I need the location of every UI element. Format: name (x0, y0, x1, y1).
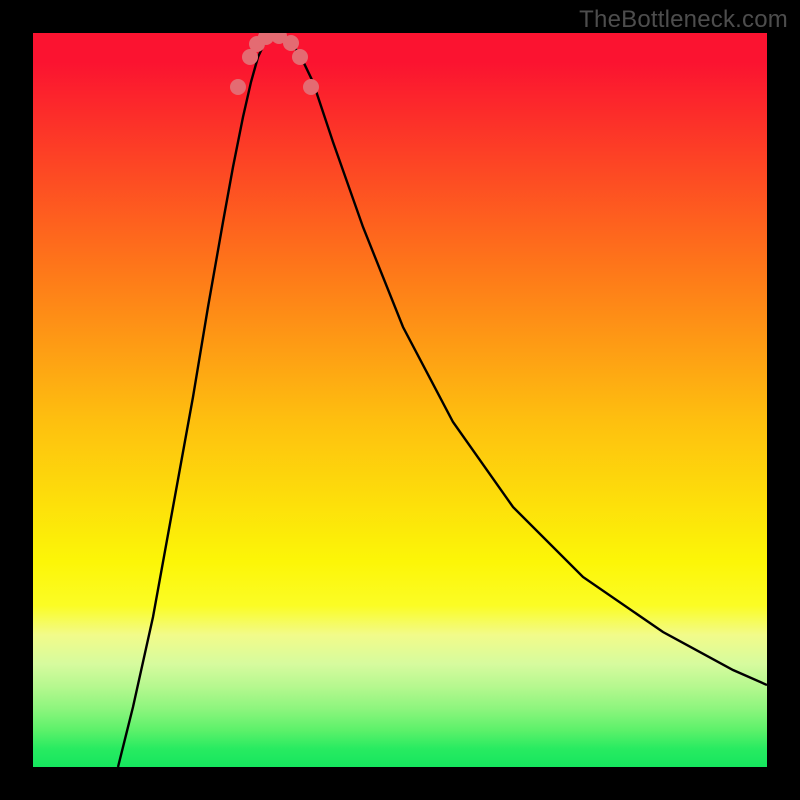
marker-dot (283, 35, 299, 51)
watermark-text: TheBottleneck.com (579, 6, 788, 34)
v-curve (118, 36, 767, 767)
chart-svg (33, 33, 767, 767)
chart-plot-area (33, 33, 767, 767)
chart-frame: TheBottleneck.com (0, 0, 800, 800)
marker-dot (230, 79, 246, 95)
marker-dot (303, 79, 319, 95)
marker-dot (292, 49, 308, 65)
